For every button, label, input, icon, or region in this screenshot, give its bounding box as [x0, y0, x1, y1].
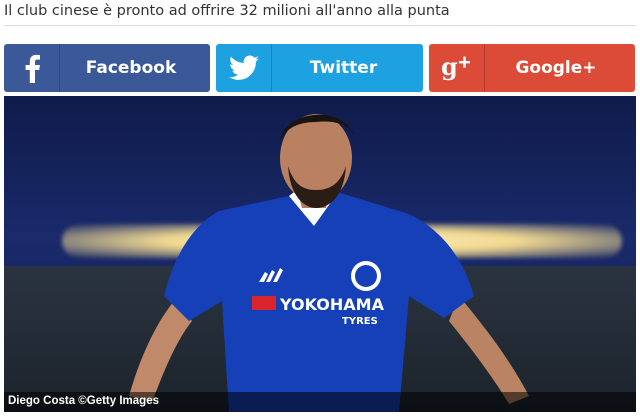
facebook-share-label: Facebook — [85, 58, 177, 78]
photo-caption-bar: Diego Costa ©Getty Images — [4, 392, 636, 412]
twitter-bird-icon — [216, 44, 272, 92]
facebook-share-button[interactable]: Facebook — [4, 44, 210, 92]
article-headline: Il club cinese è pronto ad offrire 32 mi… — [4, 3, 450, 19]
jersey-sponsor-text: YOKOHAMA — [279, 295, 385, 314]
twitter-share-label: Twitter — [309, 58, 378, 78]
google-plus-share-button[interactable]: g Google+ — [429, 44, 635, 92]
player-figure: YOKOHAMA TYRES — [129, 114, 529, 412]
google-plus-icon: g — [429, 44, 485, 92]
divider — [4, 25, 636, 26]
photo-caption: Diego Costa ©Getty Images — [8, 395, 159, 407]
google-plus-share-label: Google+ — [515, 58, 597, 78]
article-photo: YOKOHAMA TYRES — [4, 96, 636, 412]
facebook-icon — [4, 44, 60, 92]
svg-text:g: g — [441, 53, 458, 81]
jersey-sponsor-subtext: TYRES — [342, 316, 378, 327]
twitter-share-button[interactable]: Twitter — [216, 44, 423, 92]
